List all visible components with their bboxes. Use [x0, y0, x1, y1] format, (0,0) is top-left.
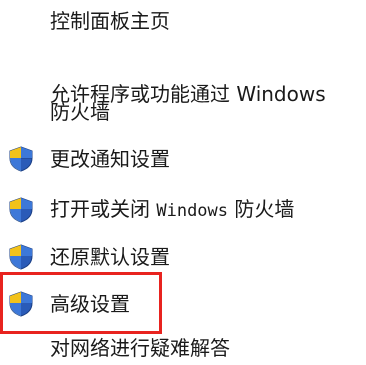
uac-shield-icon	[8, 244, 34, 270]
turn-firewall-prefix: 打开或关闭	[50, 197, 157, 221]
control-panel-home-label: 控制面板主页	[50, 9, 170, 33]
turn-firewall-windows: Windows	[156, 201, 229, 221]
troubleshoot-network-label: 对网络进行疑难解答	[50, 336, 230, 360]
restore-defaults-link[interactable]: 还原默认设置	[8, 244, 170, 270]
allow-program-label-line2: 防火墙	[50, 100, 110, 124]
advanced-settings-label: 高级设置	[50, 292, 130, 316]
allow-program-through-firewall-link[interactable]: 允许程序或功能通过 Windows 防火墙	[50, 84, 360, 124]
control-panel-home-link[interactable]: 控制面板主页	[50, 10, 170, 32]
uac-shield-icon	[8, 291, 34, 317]
control-panel-task-pane: 控制面板主页 允许程序或功能通过 Windows 防火墙 更改通知设置 打开或关…	[0, 0, 366, 365]
change-notification-settings-label: 更改通知设置	[50, 147, 170, 171]
troubleshoot-network-link[interactable]: 对网络进行疑难解答	[50, 337, 230, 359]
change-notification-settings-link[interactable]: 更改通知设置	[8, 146, 170, 172]
turn-firewall-suffix: 防火墙	[228, 197, 295, 221]
advanced-settings-link[interactable]: 高级设置	[8, 291, 130, 317]
allow-program-label: 允许程序或功能通过 Windows 防火墙	[50, 84, 360, 124]
turn-firewall-on-off-link[interactable]: 打开或关闭 Windows 防火墙	[8, 197, 294, 223]
turn-firewall-on-off-label: 打开或关闭 Windows 防火墙	[50, 198, 294, 222]
uac-shield-icon	[8, 146, 34, 172]
restore-defaults-label: 还原默认设置	[50, 245, 170, 269]
uac-shield-icon	[8, 197, 34, 223]
